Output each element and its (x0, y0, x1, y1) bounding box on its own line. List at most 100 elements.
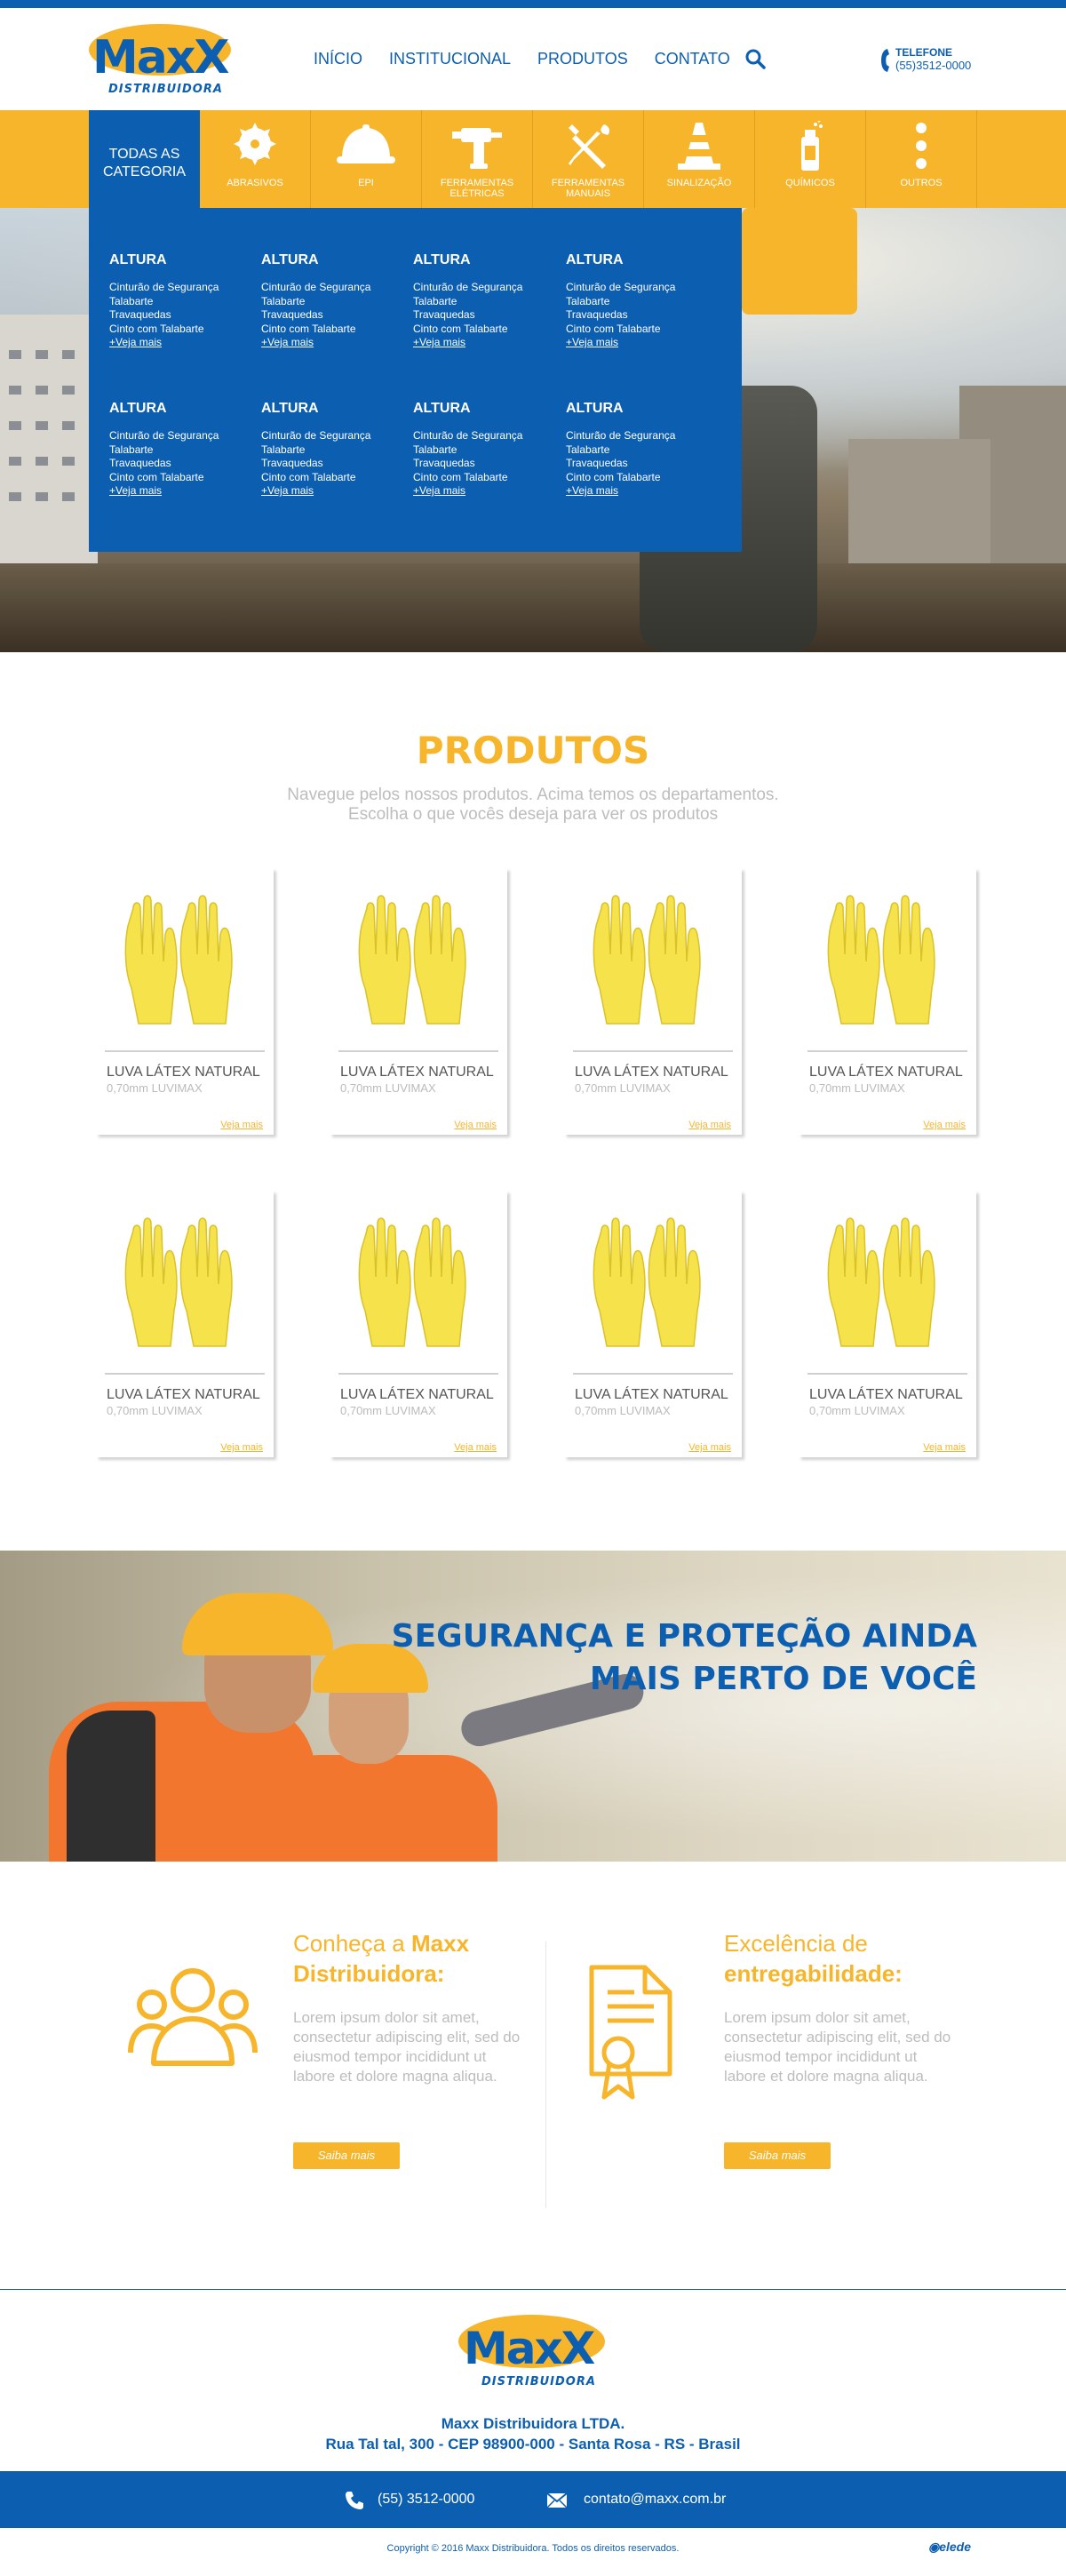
product-card[interactable]: LUVA LÁTEX NATURAL 0,70mm LUVIMAX Veja mai… (564, 1191, 742, 1457)
mega-menu-more-link[interactable]: +Veja mais (566, 336, 708, 350)
footer-logo[interactable]: MaxX DISTRIBUIDORA (458, 2315, 609, 2395)
mega-menu-title[interactable]: ALTURA (566, 401, 708, 417)
all-categories-button[interactable]: TODAS AS CATEGORIA (89, 110, 200, 208)
product-name[interactable]: LUVA LÁTEX NATURAL (575, 1387, 728, 1403)
product-more-link[interactable]: Veja mais (923, 1120, 966, 1130)
mega-menu-link[interactable]: Cinto com Talabarte (109, 471, 251, 485)
mega-menu-link[interactable]: Travaquedas (261, 308, 403, 323)
glove-image (827, 1217, 935, 1347)
mega-menu-link[interactable]: Talabarte (566, 295, 708, 309)
product-more-link[interactable]: Veja mais (454, 1120, 497, 1130)
mega-menu-title[interactable]: ALTURA (413, 401, 555, 417)
mega-menu-link[interactable]: Cinturão de Segurança (261, 429, 403, 443)
nav-produtos[interactable]: PRODUTOS (537, 50, 628, 68)
category-epi[interactable]: EPI (311, 110, 422, 208)
product-name[interactable]: LUVA LÁTEX NATURAL (809, 1387, 963, 1403)
product-name[interactable]: LUVA LÁTEX NATURAL (340, 1065, 494, 1081)
mega-menu-more-link[interactable]: +Veja mais (566, 484, 708, 498)
mega-menu-link[interactable]: Cinto com Talabarte (566, 323, 708, 337)
product-name[interactable]: LUVA LÁTEX NATURAL (575, 1065, 728, 1081)
logo-text: MaxX (92, 31, 229, 84)
mega-menu-link[interactable]: Cinturão de Segurança (566, 281, 708, 295)
mega-menu-link[interactable]: Cinturão de Segurança (566, 429, 708, 443)
mega-menu-link[interactable]: Talabarte (261, 443, 403, 458)
developer-logo[interactable]: ◉elede (928, 2540, 971, 2555)
category-sinalizacao[interactable]: SINALIZAÇÃO (644, 110, 755, 208)
product-name[interactable]: LUVA LÁTEX NATURAL (107, 1065, 260, 1081)
mega-menu-more-link[interactable]: +Veja mais (109, 484, 251, 498)
product-name[interactable]: LUVA LÁTEX NATURAL (107, 1387, 260, 1403)
product-card[interactable]: LUVA LÁTEX NATURAL 0,70mm LUVIMAX Veja mai… (799, 1191, 976, 1457)
info-right-heading-bold: entregabilidade: (724, 1960, 903, 1987)
product-more-link[interactable]: Veja mais (220, 1120, 263, 1130)
drill-icon (452, 128, 502, 169)
mega-menu-title[interactable]: ALTURA (109, 252, 251, 268)
product-more-link[interactable]: Veja mais (688, 1120, 731, 1130)
mega-menu-title[interactable]: ALTURA (413, 252, 555, 268)
mega-menu-link[interactable]: Cinto com Talabarte (261, 471, 403, 485)
category-ferramentas-eletricas[interactable]: FERRAMENTAS ELÉTRICAS (422, 110, 533, 208)
mega-menu-link[interactable]: Travaquedas (261, 457, 403, 471)
mega-menu-link[interactable]: Cinturão de Segurança (261, 281, 403, 295)
product-card[interactable]: LUVA LÁTEX NATURAL 0,70mm LUVIMAX Veja mai… (330, 1191, 507, 1457)
footer-email[interactable]: contato@maxx.com.br (584, 2492, 726, 2508)
mega-menu-title[interactable]: ALTURA (109, 401, 251, 417)
product-more-link[interactable]: Veja mais (454, 1442, 497, 1453)
footer-phone[interactable]: (55) 3512-0000 (378, 2492, 474, 2508)
mega-menu-link[interactable]: Travaquedas (109, 457, 251, 471)
mega-menu-link[interactable]: Cinto com Talabarte (109, 323, 251, 337)
category-ferramentas-manuais[interactable]: FERRAMENTAS MANUAIS (533, 110, 644, 208)
mega-menu-link[interactable]: Talabarte (261, 295, 403, 309)
mega-menu-link[interactable]: Travaquedas (413, 308, 555, 323)
product-more-link[interactable]: Veja mais (688, 1442, 731, 1453)
mega-menu-link[interactable]: Talabarte (109, 295, 251, 309)
mega-menu-link[interactable]: Cinturão de Segurança (413, 429, 555, 443)
mega-menu-link[interactable]: Cinturão de Segurança (413, 281, 555, 295)
mega-menu-link[interactable]: Talabarte (566, 443, 708, 458)
learn-more-button[interactable]: Saiba mais (724, 2142, 831, 2169)
category-outros[interactable]: OUTROS (866, 110, 977, 208)
mega-menu-title[interactable]: ALTURA (261, 401, 403, 417)
all-categories-label-2: CATEGORIA (102, 164, 187, 179)
mega-menu-column: ALTURA Cinturão de Segurança Talabarte T… (413, 252, 555, 350)
nav-contato[interactable]: CONTATO (655, 50, 730, 68)
mega-menu-link[interactable]: Talabarte (413, 443, 555, 458)
search-icon[interactable] (744, 48, 766, 69)
mega-menu-more-link[interactable]: +Veja mais (109, 336, 251, 350)
category-quimicos[interactable]: QUÍMICOS (755, 110, 866, 208)
product-more-link[interactable]: Veja mais (923, 1442, 966, 1453)
mega-menu-link[interactable]: Talabarte (413, 295, 555, 309)
mega-menu-title[interactable]: ALTURA (261, 252, 403, 268)
mega-menu-link[interactable]: Cinto com Talabarte (413, 323, 555, 337)
nav-institucional[interactable]: INSTITUCIONAL (389, 50, 511, 68)
product-card[interactable]: LUVA LÁTEX NATURAL 0,70mm LUVIMAX Veja mai… (564, 868, 742, 1135)
product-card[interactable]: LUVA LÁTEX NATURAL 0,70mm LUVIMAX Veja mai… (96, 1191, 274, 1457)
product-name[interactable]: LUVA LÁTEX NATURAL (340, 1387, 494, 1403)
logo[interactable]: MaxX DISTRIBUIDORA (89, 24, 231, 104)
product-card[interactable]: LUVA LÁTEX NATURAL 0,70mm LUVIMAX Veja mai… (330, 868, 507, 1135)
mega-menu-link[interactable]: Cinto com Talabarte (566, 471, 708, 485)
product-card[interactable]: LUVA LÁTEX NATURAL 0,70mm LUVIMAX Veja mai… (799, 868, 976, 1135)
product-name[interactable]: LUVA LÁTEX NATURAL (809, 1065, 963, 1081)
logo-subtitle: DISTRIBUIDORA (481, 2375, 596, 2389)
mega-menu-more-link[interactable]: +Veja mais (413, 336, 555, 350)
product-more-link[interactable]: Veja mais (220, 1442, 263, 1453)
mega-menu-link[interactable]: Cinturão de Segurança (109, 429, 251, 443)
mega-menu-link[interactable]: Cinto com Talabarte (261, 323, 403, 337)
learn-more-button[interactable]: Saiba mais (293, 2142, 400, 2169)
mega-menu-link[interactable]: Travaquedas (109, 308, 251, 323)
mega-menu-more-link[interactable]: +Veja mais (261, 484, 403, 498)
mega-menu-link[interactable]: Talabarte (109, 443, 251, 458)
mega-menu-link[interactable]: Travaquedas (566, 308, 708, 323)
mega-menu-more-link[interactable]: +Veja mais (413, 484, 555, 498)
product-card[interactable]: LUVA LÁTEX NATURAL 0,70mm LUVIMAX Veja mai… (96, 868, 274, 1135)
mega-menu-link[interactable]: Cinto com Talabarte (413, 471, 555, 485)
glove-image (827, 895, 935, 1025)
nav-inicio[interactable]: INÍCIO (314, 50, 362, 68)
mega-menu-link[interactable]: Travaquedas (566, 457, 708, 471)
mega-menu-link[interactable]: Cinturão de Segurança (109, 281, 251, 295)
mega-menu-title[interactable]: ALTURA (566, 252, 708, 268)
mega-menu-more-link[interactable]: +Veja mais (261, 336, 403, 350)
mega-menu-link[interactable]: Travaquedas (413, 457, 555, 471)
category-abrasivos[interactable]: ABRASIVOS (200, 110, 311, 208)
